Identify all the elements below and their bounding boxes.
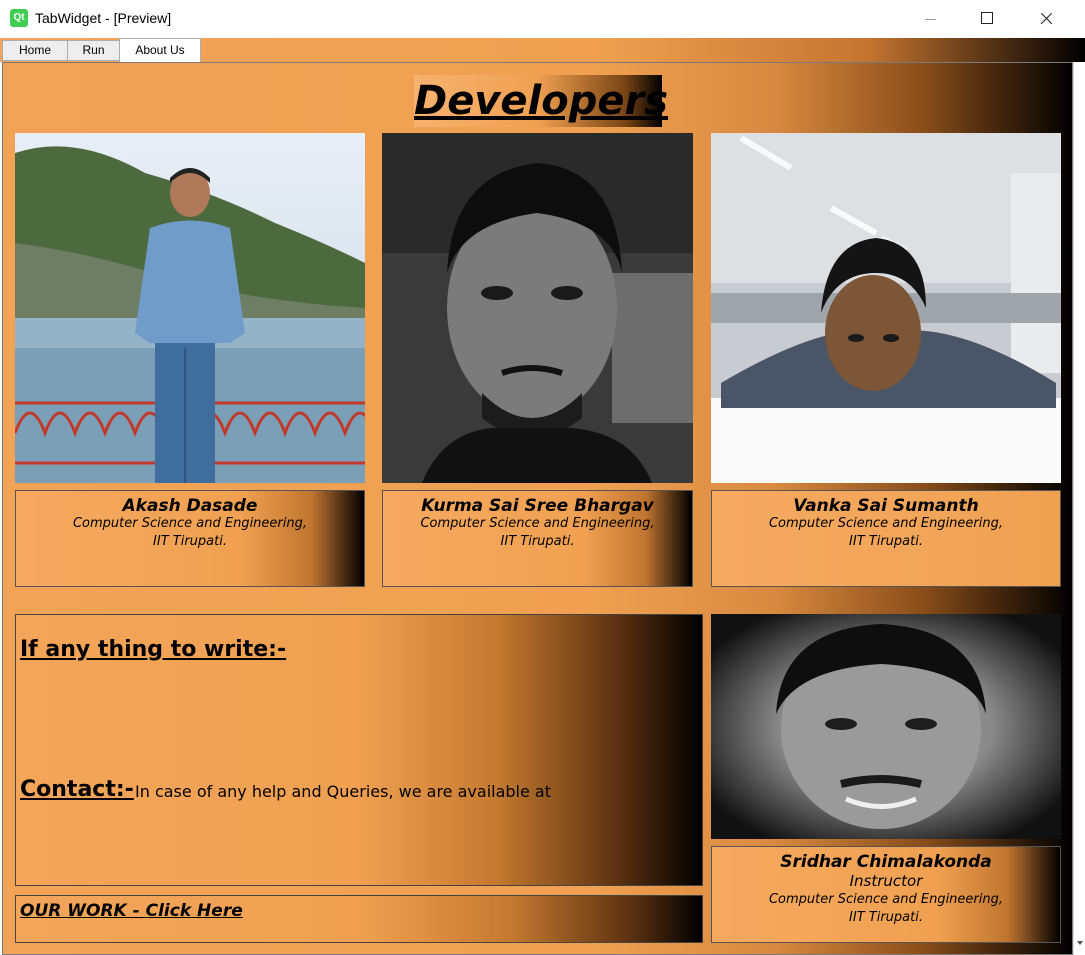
vertical-scrollbar[interactable] bbox=[1073, 62, 1085, 955]
title-bar: Qt TabWidget - [Preview] bbox=[0, 0, 1085, 38]
developer-name: Vanka Sai Sumanth bbox=[793, 496, 979, 516]
contact-label: Contact:- bbox=[20, 777, 134, 802]
maximize-button[interactable] bbox=[958, 0, 1016, 38]
developer-name: Kurma Sai Sree Bhargav bbox=[421, 496, 654, 516]
developer-institute: IIT Tirupati. bbox=[849, 534, 923, 549]
tab-about-us[interactable]: About Us bbox=[119, 38, 201, 62]
developer-name: Akash Dasade bbox=[122, 496, 258, 516]
developers-heading-box: Developers bbox=[414, 75, 669, 127]
instructor-institute: IIT Tirupati. bbox=[849, 910, 923, 925]
developer-department: Computer Science and Engineering, bbox=[768, 516, 1003, 531]
our-work-box: OUR WORK - Click Here bbox=[15, 895, 703, 943]
developer-institute: IIT Tirupati. bbox=[153, 534, 227, 549]
message-box[interactable]: If any thing to write:- Contact:- In cas… bbox=[15, 614, 703, 886]
developer-card-3: Vanka Sai Sumanth Computer Science and E… bbox=[711, 490, 1061, 587]
window-title: TabWidget - [Preview] bbox=[35, 10, 172, 26]
developer-department: Computer Science and Engineering, bbox=[72, 516, 307, 531]
developer-photo-2 bbox=[382, 133, 693, 483]
qt-app-icon: Qt bbox=[10, 9, 28, 27]
contact-text: In case of any help and Queries, we are … bbox=[135, 782, 551, 801]
minimize-button[interactable] bbox=[901, 0, 959, 38]
tab-bar: Home Run About Us bbox=[0, 38, 1085, 62]
developer-photo-1 bbox=[15, 133, 365, 483]
write-label: If any thing to write:- bbox=[20, 637, 287, 662]
developers-heading: Developers bbox=[414, 78, 669, 124]
instructor-name: Sridhar Chimalakonda bbox=[780, 852, 992, 872]
close-button[interactable] bbox=[1016, 0, 1074, 38]
developer-card-1: Akash Dasade Computer Science and Engine… bbox=[15, 490, 365, 587]
instructor-department: Computer Science and Engineering, bbox=[768, 892, 1003, 907]
developer-department: Computer Science and Engineering, bbox=[420, 516, 655, 531]
our-work-link[interactable]: OUR WORK - Click Here bbox=[20, 901, 243, 921]
tab-home[interactable]: Home bbox=[2, 40, 68, 61]
developer-photo-3 bbox=[711, 133, 1061, 483]
instructor-role: Instructor bbox=[849, 872, 923, 890]
instructor-card: Sridhar Chimalakonda Instructor Computer… bbox=[711, 846, 1061, 943]
scroll-down-arrow-icon[interactable] bbox=[1077, 941, 1083, 945]
developer-card-2: Kurma Sai Sree Bhargav Computer Science … bbox=[382, 490, 693, 587]
about-us-panel: Developers Akash Dasade Computer Science… bbox=[2, 62, 1073, 955]
developer-institute: IIT Tirupati. bbox=[500, 534, 575, 549]
tab-run[interactable]: Run bbox=[67, 40, 120, 61]
instructor-photo bbox=[711, 614, 1061, 839]
